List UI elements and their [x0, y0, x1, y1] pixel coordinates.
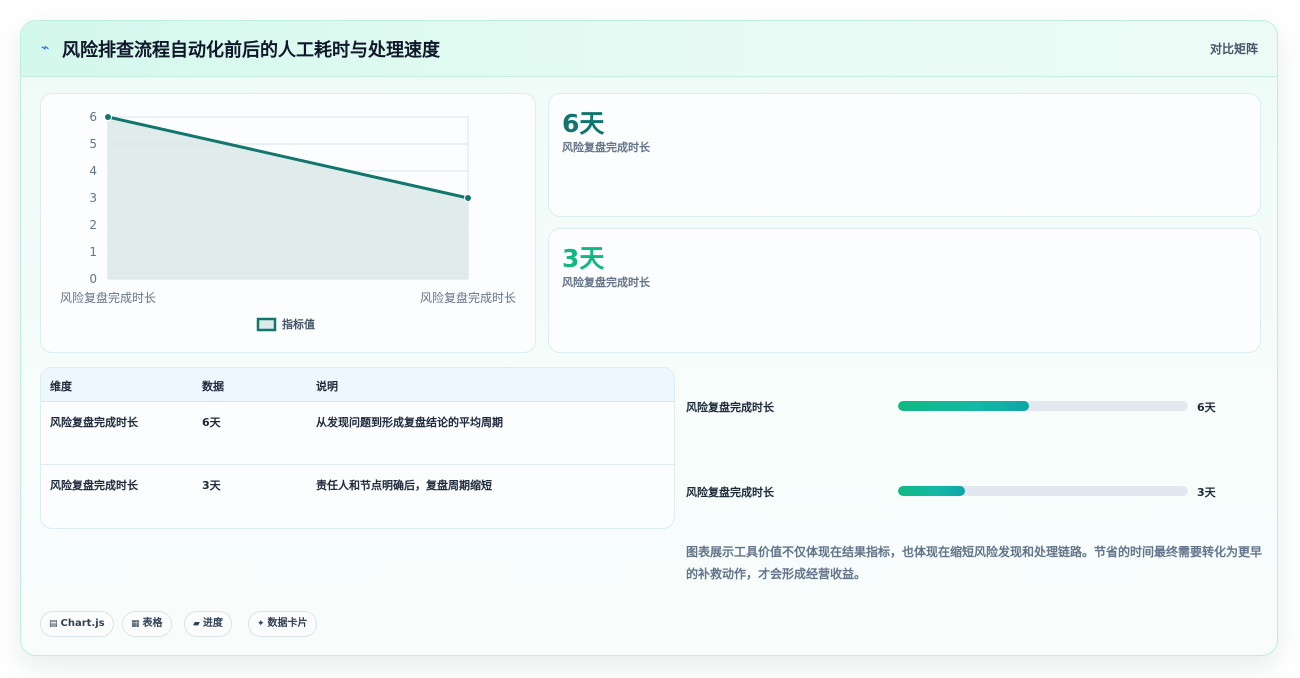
legend-label: 指标值	[282, 317, 315, 331]
progress-fill	[898, 401, 1029, 411]
progress-value: 6天	[1197, 401, 1216, 414]
progress-track	[898, 401, 1188, 411]
chip-progress[interactable]: ▰ 进度	[184, 611, 232, 637]
y-tick-label: 6	[89, 110, 97, 124]
table-cell: 风险复盘完成时长	[50, 416, 138, 429]
chip-label: 数据卡片	[267, 618, 308, 629]
progress-icon: ▰	[193, 619, 200, 629]
y-tick-label: 5	[89, 137, 97, 151]
progress-value: 3天	[1197, 486, 1216, 499]
lightning-icon: ⌁	[41, 40, 50, 56]
stat-value: 6天	[562, 109, 605, 138]
progress-row: 风险复盘完成时长 3天	[686, 483, 1246, 503]
table-row: 风险复盘完成时长 3天 责任人和节点明确后，复盘周期缩短	[41, 465, 674, 527]
legend-swatch	[256, 317, 277, 332]
insight-note: 图表展示工具价值不仅体现在结果指标，也体现在缩短风险发现和处理链路。节省的时间最…	[686, 545, 1263, 581]
data-point	[464, 194, 472, 202]
stat-label: 风险复盘完成时长	[562, 141, 650, 154]
chip-data-card[interactable]: ✦ 数据卡片	[248, 611, 317, 637]
x-tick-label: 风险复盘完成时长	[60, 290, 156, 305]
chip-table[interactable]: ▦ 表格	[122, 611, 172, 637]
table-icon: ▦	[131, 619, 140, 629]
table-row: 风险复盘完成时长 6天 从发现问题到形成复盘结论的平均周期	[41, 402, 674, 465]
table-header: 维度 数据 说明	[41, 368, 674, 402]
column-header-description: 说明	[316, 380, 338, 393]
x-tick-label: 风险复盘完成时长	[420, 290, 516, 305]
table-cell: 从发现问题到形成复盘结论的平均周期	[316, 416, 503, 429]
card-header: ⌁ 风险排查流程自动化前后的人工耗时与处理速度 对比矩阵	[21, 21, 1277, 77]
table-cell: 6天	[202, 416, 221, 429]
chart-icon: ▤	[49, 619, 58, 629]
y-tick-label: 0	[89, 272, 97, 286]
progress-row: 风险复盘完成时长 6天	[686, 398, 1246, 418]
y-tick-label: 4	[89, 164, 97, 178]
line-chart: 0 1 2 3 4 5 6 风险复盘完成时长 风险复盘完成时长指标值	[60, 110, 516, 332]
chip-label: 进度	[202, 618, 223, 629]
table-cell: 3天	[202, 479, 221, 492]
view-mode-label: 对比矩阵	[1209, 42, 1258, 56]
stat-label: 风险复盘完成时长	[562, 276, 650, 289]
y-tick-label: 3	[89, 191, 97, 205]
y-tick-label: 2	[89, 218, 97, 232]
chip-label: Chart.js	[60, 618, 105, 629]
table-cell: 责任人和节点明确后，复盘周期缩短	[316, 479, 492, 492]
column-header-data: 数据	[202, 380, 224, 393]
data-table: 维度 数据 说明 风险复盘完成时长 6天 从发现问题到形成复盘结论的平均周期 风…	[40, 367, 675, 529]
table-cell: 风险复盘完成时长	[50, 479, 138, 492]
stat-card-before: 6天 风险复盘完成时长	[548, 93, 1261, 217]
y-tick-label: 1	[89, 245, 97, 259]
series-area	[108, 117, 468, 279]
chip-label: 表格	[142, 618, 163, 629]
progress-fill	[898, 486, 965, 496]
progress-label: 风险复盘完成时长	[686, 486, 774, 499]
column-header-dimension: 维度	[50, 380, 72, 393]
progress-track	[898, 486, 1188, 496]
line-chart-panel: 0 1 2 3 4 5 6 风险复盘完成时长 风险复盘完成时长指标值	[40, 93, 536, 353]
stat-value: 3天	[562, 244, 605, 273]
dashboard-card: ⌁ 风险排查流程自动化前后的人工耗时与处理速度 对比矩阵 0 1 2 3 4 5 6 风险复盘…	[20, 20, 1278, 656]
data-point	[104, 113, 112, 121]
chip-chartjs[interactable]: ▤ Chart.js	[40, 611, 114, 637]
page-title: 风险排查流程自动化前后的人工耗时与处理速度	[62, 40, 440, 61]
stat-card-after: 3天 风险复盘完成时长	[548, 228, 1261, 353]
sparkle-icon: ✦	[257, 619, 265, 629]
progress-label: 风险复盘完成时长	[686, 401, 774, 414]
